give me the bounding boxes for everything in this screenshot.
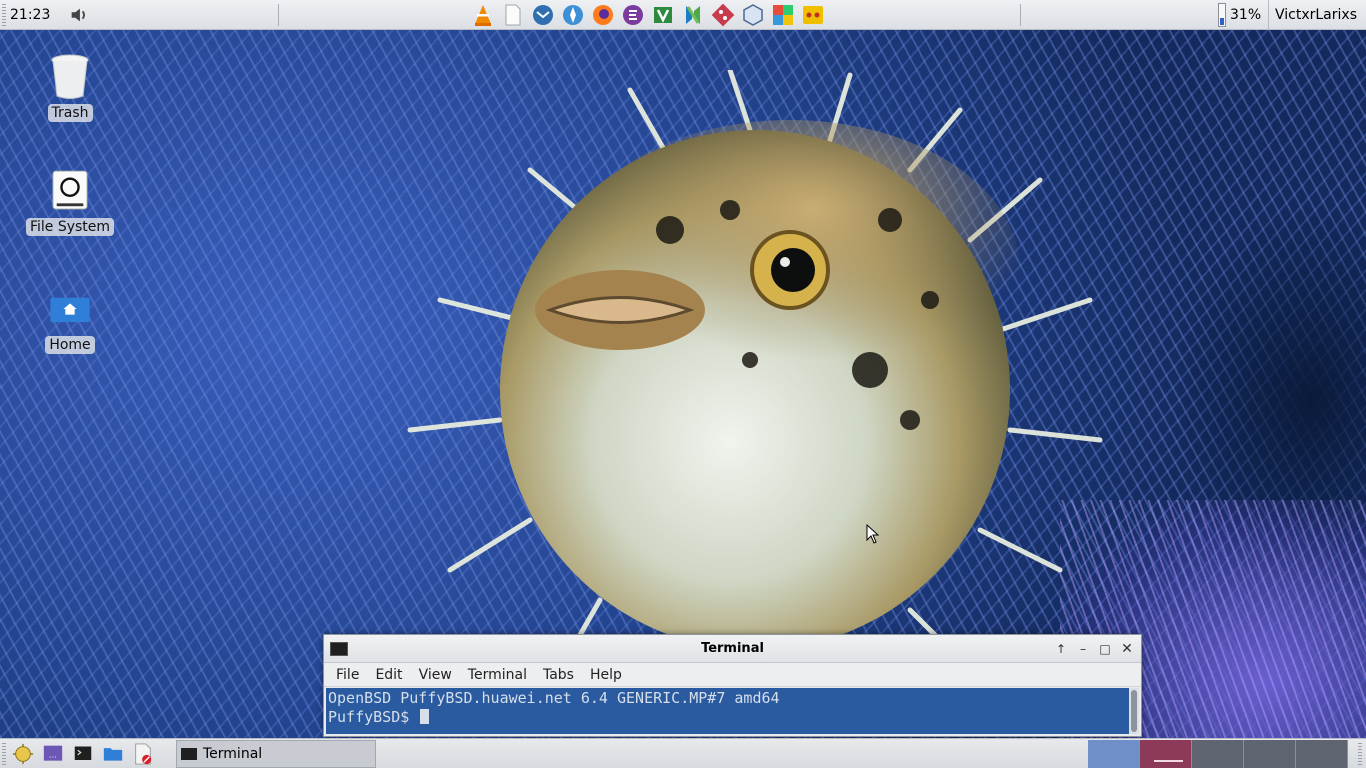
menu-edit[interactable]: Edit xyxy=(367,667,410,683)
mouse-pointer-icon xyxy=(866,524,880,544)
menu-file[interactable]: File xyxy=(328,667,367,683)
volume-icon[interactable] xyxy=(68,4,90,26)
file-system-icon xyxy=(47,168,93,214)
document-viewer-icon[interactable] xyxy=(128,740,158,768)
close-button[interactable]: ✕ xyxy=(1117,640,1137,658)
user-menu[interactable]: VictxrLarixs xyxy=(1268,0,1363,30)
menu-help[interactable]: Help xyxy=(582,667,630,683)
desktop-wallpaper xyxy=(0,30,1366,738)
mail-icon[interactable] xyxy=(530,2,556,28)
battery-icon xyxy=(1218,3,1226,27)
workspace-5[interactable] xyxy=(1296,740,1348,768)
desktop-icon-home[interactable]: Home xyxy=(25,286,115,354)
terminal-output[interactable]: OpenBSD PuffyBSD.huawei.net 6.4 GENERIC.… xyxy=(326,688,1131,734)
vim-icon[interactable] xyxy=(650,2,676,28)
panel-grip[interactable] xyxy=(1358,743,1362,765)
trash-icon xyxy=(47,54,93,100)
vlc-icon[interactable] xyxy=(470,2,496,28)
svg-text:...: ... xyxy=(49,749,57,759)
text-editor-icon[interactable] xyxy=(500,2,526,28)
menu-terminal[interactable]: Terminal xyxy=(460,667,535,683)
desktop-icon-label: Trash xyxy=(47,104,93,122)
battery-percent: 31% xyxy=(1230,7,1262,23)
desktop-icon-label: File System xyxy=(25,218,115,236)
scrollbar-thumb[interactable] xyxy=(1131,690,1137,732)
workspace-switcher xyxy=(1088,740,1348,768)
desktop-icon-file-system[interactable]: File System xyxy=(25,168,115,236)
terminal-scrollbar[interactable] xyxy=(1129,688,1139,734)
browser-compass-icon[interactable] xyxy=(560,2,586,28)
text-cursor xyxy=(420,709,430,724)
task-label: Terminal xyxy=(203,746,263,762)
pufferfish-image xyxy=(407,70,1103,710)
terminal-line: OpenBSD PuffyBSD.huawei.net 6.4 GENERIC.… xyxy=(328,689,780,707)
terminal-menubar: File Edit View Terminal Tabs Help xyxy=(324,663,1141,687)
raise-window-icon[interactable]: ↑ xyxy=(1051,640,1071,658)
desktop-icon-label: Home xyxy=(45,336,95,354)
git-icon[interactable] xyxy=(710,2,736,28)
terminal-task-icon xyxy=(181,748,197,760)
box-icon[interactable] xyxy=(740,2,766,28)
file-manager-icon[interactable] xyxy=(98,740,128,768)
maximize-button[interactable]: □ xyxy=(1095,640,1115,658)
panel-separator xyxy=(1020,4,1021,26)
workspace-4[interactable] xyxy=(1244,740,1296,768)
terminal-launcher-icon[interactable] xyxy=(68,740,98,768)
workspace-3[interactable] xyxy=(1192,740,1244,768)
emacs-icon[interactable] xyxy=(620,2,646,28)
panel-grip[interactable] xyxy=(2,3,6,26)
top-panel: 21:23 31% VictxrLarixs xyxy=(0,0,1366,30)
neovim-icon[interactable] xyxy=(680,2,706,28)
launcher-bar xyxy=(470,2,826,28)
terminal-titlebar[interactable]: Terminal ↑ – □ ✕ xyxy=(324,635,1141,663)
menu-tabs[interactable]: Tabs xyxy=(535,667,582,683)
menu-view[interactable]: View xyxy=(411,667,460,683)
terminal-window[interactable]: Terminal ↑ – □ ✕ File Edit View Terminal… xyxy=(323,634,1142,737)
clock[interactable]: 21:23 xyxy=(8,7,62,23)
firefox-icon[interactable] xyxy=(590,2,616,28)
bottom-panel: ... Terminal xyxy=(0,738,1366,768)
mosaic-icon[interactable] xyxy=(770,2,796,28)
window-menu-icon[interactable]: ... xyxy=(38,740,68,768)
media-player-icon[interactable] xyxy=(800,2,826,28)
window-title: Terminal xyxy=(701,641,764,656)
workspace-2[interactable] xyxy=(1140,740,1192,768)
terminal-prompt: PuffyBSD$ xyxy=(328,708,419,726)
home-icon xyxy=(47,286,93,332)
battery-indicator[interactable]: 31% xyxy=(1218,3,1261,27)
panel-grip[interactable] xyxy=(2,742,6,765)
desktop-icon-trash[interactable]: Trash xyxy=(25,54,115,122)
terminal-prompt-line[interactable]: PuffyBSD$ xyxy=(328,708,1129,727)
whisker-menu-icon[interactable] xyxy=(8,740,38,768)
minimize-button[interactable]: – xyxy=(1073,640,1093,658)
panel-separator xyxy=(278,4,279,26)
workspace-1[interactable] xyxy=(1088,740,1140,768)
taskbar-button-terminal[interactable]: Terminal xyxy=(176,740,376,768)
